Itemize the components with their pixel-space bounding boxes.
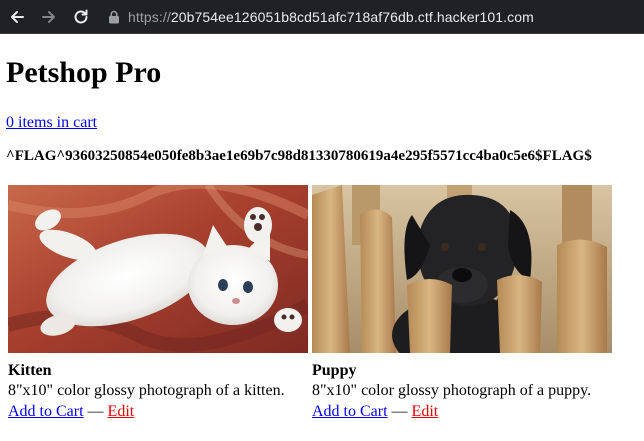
product-name: Puppy (312, 362, 357, 379)
url-scheme: https:// (128, 9, 171, 25)
page-title: Petshop Pro (6, 56, 162, 89)
product-name: Kitten (8, 362, 52, 379)
product-actions: Add to Cart — Edit (8, 402, 308, 422)
product-card-puppy: Puppy 8"x10" color glossy photograph of … (312, 185, 612, 422)
address-bar[interactable]: https://20b754ee126051b8cd51afc718af76db… (108, 4, 636, 30)
lock-icon (108, 10, 120, 24)
url-host: 20b754ee126051b8cd51afc718af76db.ctf.hac… (170, 9, 534, 25)
separator: — (391, 403, 408, 420)
kitten-photo (8, 185, 308, 353)
browser-toolbar: https://20b754ee126051b8cd51afc718af76db… (0, 0, 644, 34)
edit-link[interactable]: Edit (412, 403, 439, 420)
reload-icon (74, 9, 88, 23)
arrow-left-icon (11, 10, 24, 23)
product-description: 8"x10" color glossy photograph of a pupp… (312, 382, 592, 399)
separator: — (87, 403, 104, 420)
product-actions: Add to Cart — Edit (312, 402, 612, 422)
forward-button[interactable] (34, 2, 64, 32)
product-card-kitten: Kitten 8"x10" color glossy photograph of… (8, 185, 308, 422)
puppy-photo (312, 185, 612, 353)
arrow-right-icon (42, 10, 55, 23)
product-description: 8"x10" color glossy photograph of a kitt… (8, 382, 285, 399)
cart-link[interactable]: 0 items in cart (6, 114, 97, 132)
flag-text: ^FLAG^93603250854e050fe8b3ae1e69b7c98d81… (6, 148, 592, 164)
reload-button[interactable] (66, 2, 96, 32)
edit-link[interactable]: Edit (108, 403, 135, 420)
add-to-cart-link[interactable]: Add to Cart (312, 403, 388, 420)
back-button[interactable] (2, 2, 32, 32)
add-to-cart-link[interactable]: Add to Cart (8, 403, 84, 420)
